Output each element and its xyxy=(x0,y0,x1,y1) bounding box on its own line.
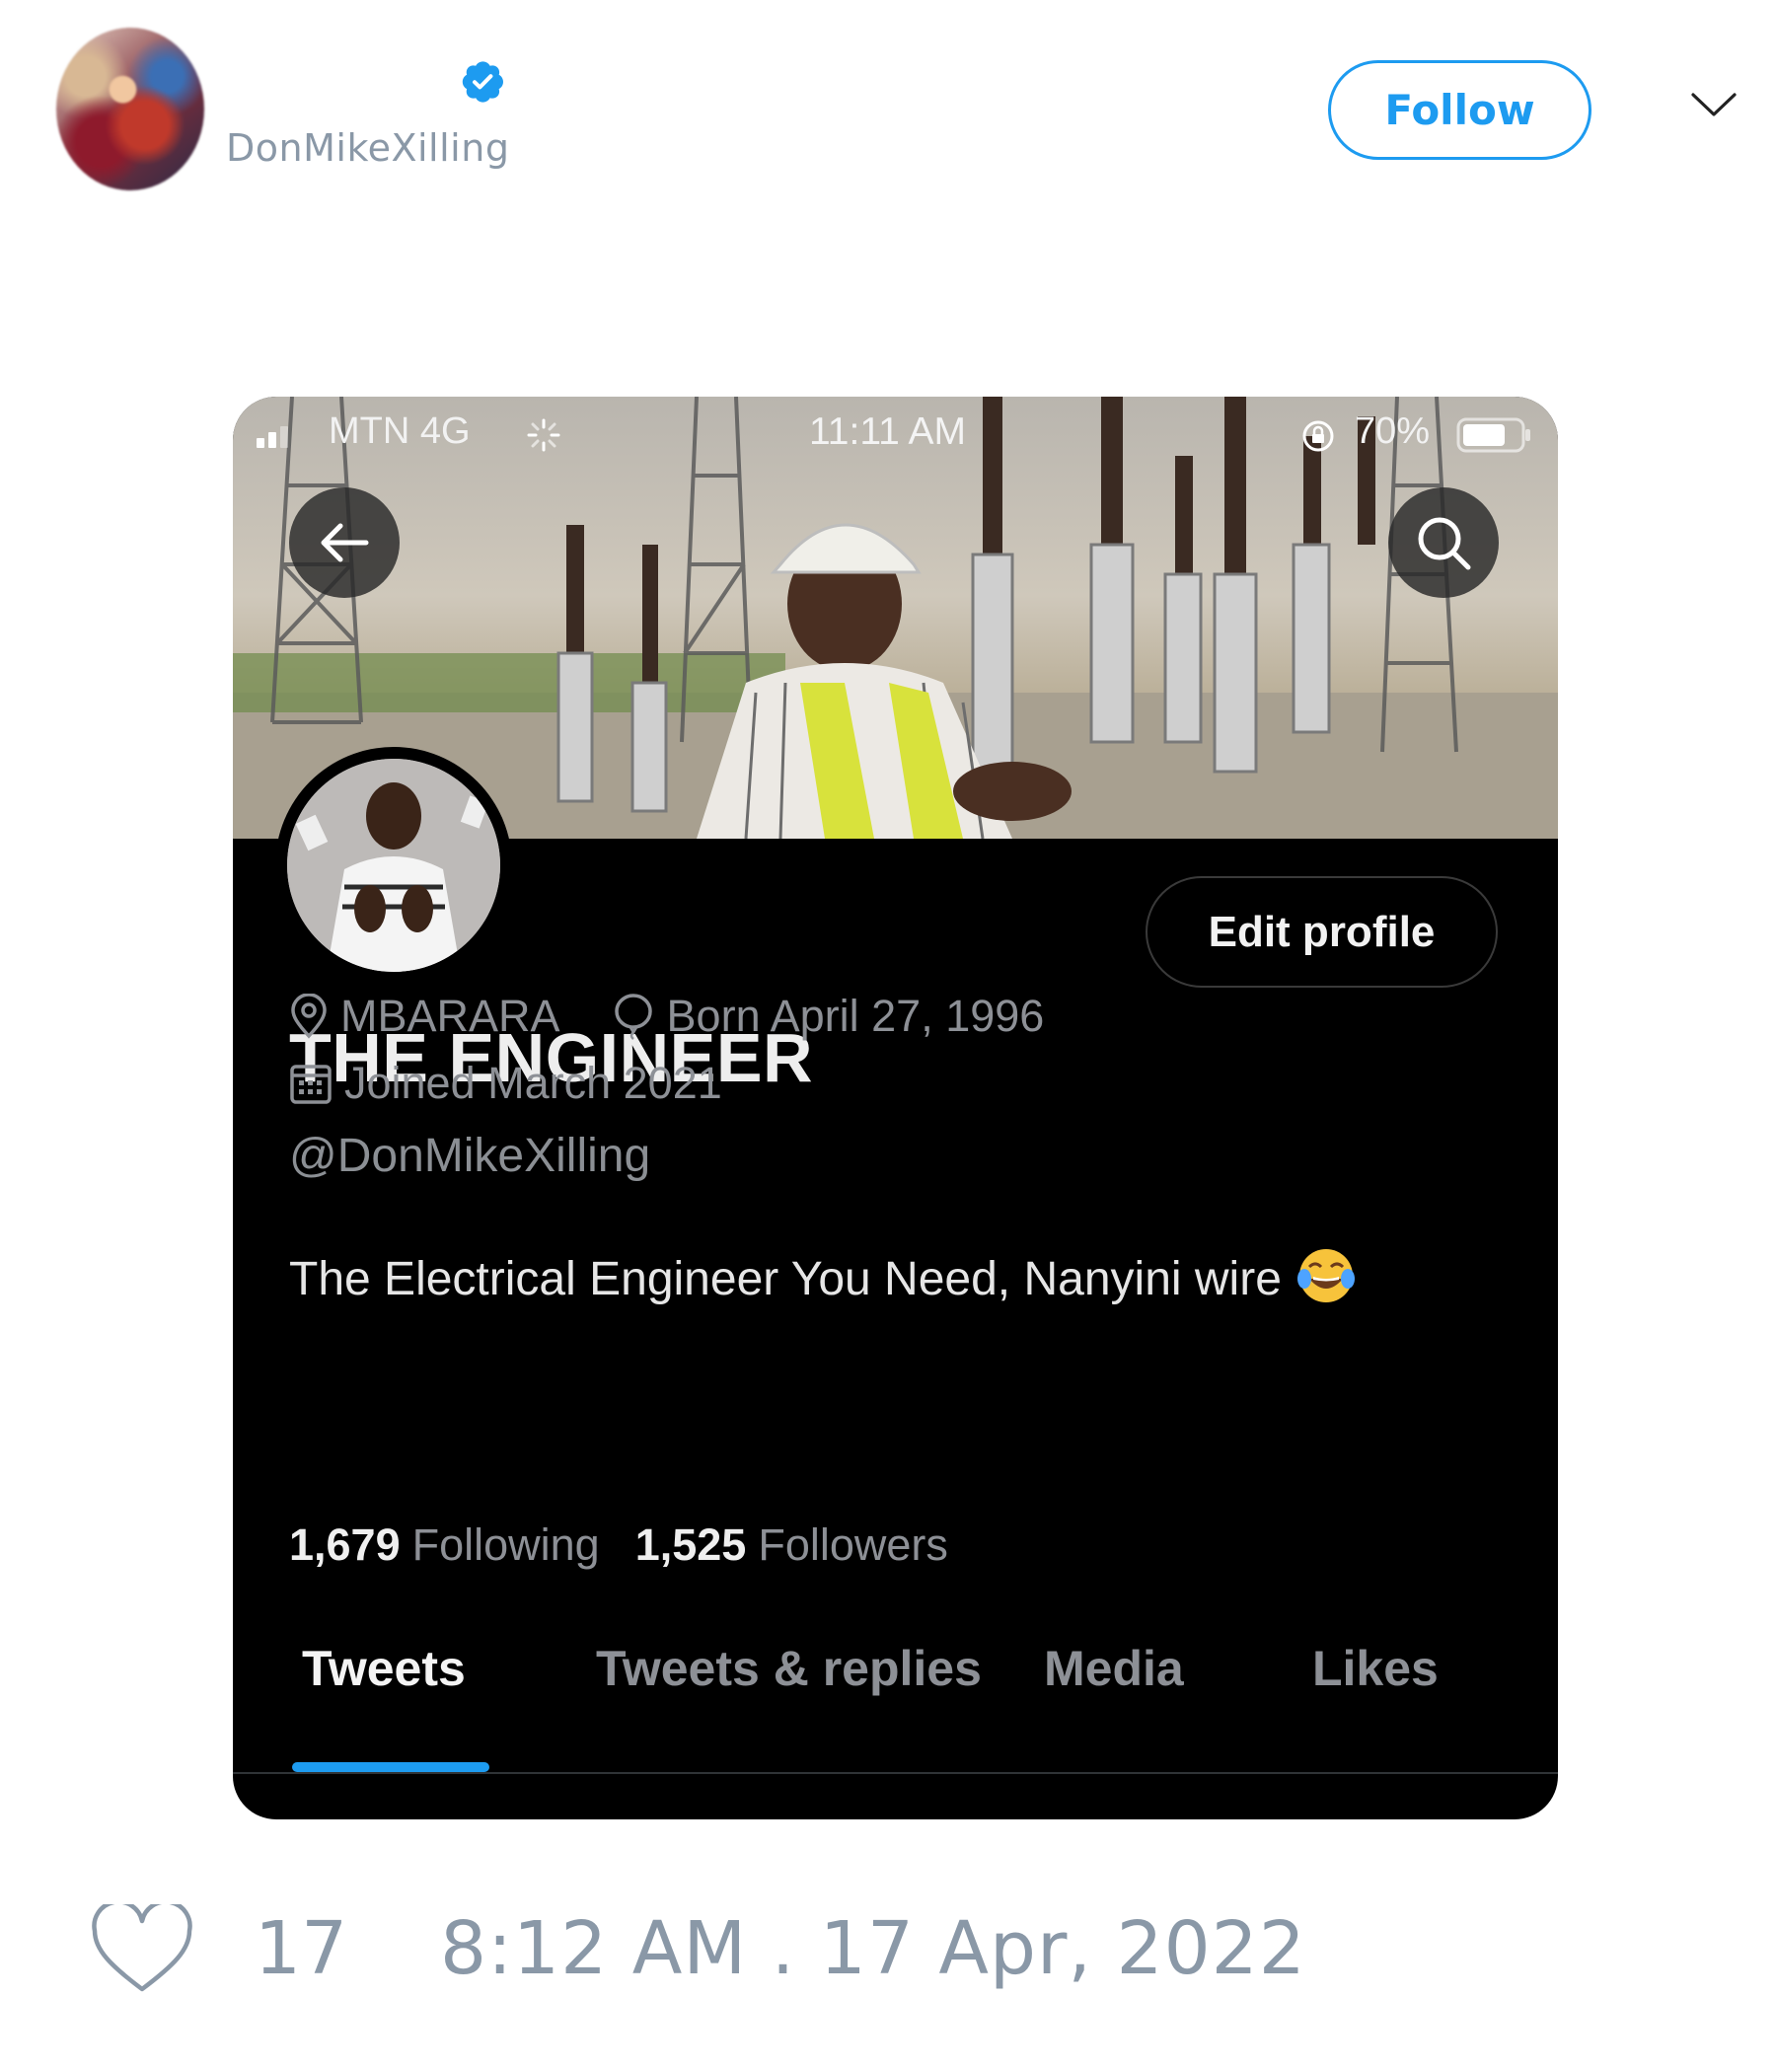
status-clock: 11:11 AM xyxy=(809,410,966,453)
status-bar: MTN 4G 11:11 AM 70% xyxy=(233,397,1558,471)
laughing-tears-emoji-icon xyxy=(1296,1249,1355,1302)
profile-screenshot: MTN 4G 11:11 AM 70% Edit profile THE ENG… xyxy=(233,397,1558,1819)
profile-birthday: Born April 27, 1996 xyxy=(666,991,1045,1041)
search-icon xyxy=(1418,517,1471,570)
bio-text: The Electrical Engineer You Need, Nanyin… xyxy=(289,1253,1282,1305)
edit-profile-button[interactable]: Edit profile xyxy=(1146,876,1498,988)
tab-divider xyxy=(233,1772,1558,1774)
balloon-icon xyxy=(614,994,652,1040)
profile-avatar[interactable] xyxy=(275,747,512,984)
tweet-timestamp[interactable]: 8:12 AM . 17 Apr, 2022 xyxy=(440,1906,1306,1991)
profile-bio: The Electrical Engineer You Need, Nanyin… xyxy=(289,1245,1357,1306)
like-count: 17 xyxy=(255,1906,348,1991)
follow-button[interactable]: Follow xyxy=(1328,60,1591,160)
battery-percent: 70% xyxy=(1355,410,1431,452)
profile-photo-image xyxy=(287,759,500,972)
profile-tabs: Tweets Tweets & replies Media Likes xyxy=(233,1640,1558,1768)
following-count[interactable]: 1,679 xyxy=(289,1519,401,1570)
back-button[interactable] xyxy=(289,487,400,598)
arrow-left-icon xyxy=(321,523,369,562)
author-avatar[interactable] xyxy=(56,28,204,190)
profile-joined: Joined March 2021 xyxy=(344,1058,722,1108)
search-button[interactable] xyxy=(1388,487,1499,598)
calendar-icon xyxy=(290,1065,332,1104)
profile-handle: @DonMikeXilling xyxy=(289,1130,651,1182)
followers-count[interactable]: 1,525 xyxy=(635,1519,747,1570)
following-label[interactable]: Following xyxy=(412,1519,600,1570)
tab-tweets[interactable]: Tweets xyxy=(302,1640,466,1697)
signal-icon xyxy=(257,426,288,448)
followers-label[interactable]: Followers xyxy=(758,1519,948,1570)
profile-joined-row: Joined March 2021 xyxy=(289,1054,722,1113)
tab-media[interactable]: Media xyxy=(1044,1640,1184,1697)
chevron-down-icon[interactable] xyxy=(1690,91,1738,118)
battery-icon xyxy=(1456,417,1530,453)
tab-likes[interactable]: Likes xyxy=(1312,1640,1439,1697)
rotation-lock-icon xyxy=(1302,420,1334,452)
profile-location: MBARARA xyxy=(340,991,560,1041)
location-pin-icon xyxy=(291,994,327,1039)
profile-stats: 1,679 Following 1,525 Followers xyxy=(289,1519,948,1571)
verified-badge-icon xyxy=(462,61,503,103)
tab-tweets-replies[interactable]: Tweets & replies xyxy=(596,1640,982,1697)
active-tab-indicator xyxy=(292,1762,489,1772)
profile-location-birthday: MBARARA Born April 27, 1996 xyxy=(289,987,1044,1046)
author-handle[interactable]: DonMikeXilling xyxy=(226,126,509,170)
carrier-label: MTN 4G xyxy=(329,410,471,452)
heart-icon[interactable] xyxy=(91,1904,193,1995)
loading-spinner-icon xyxy=(527,418,560,452)
